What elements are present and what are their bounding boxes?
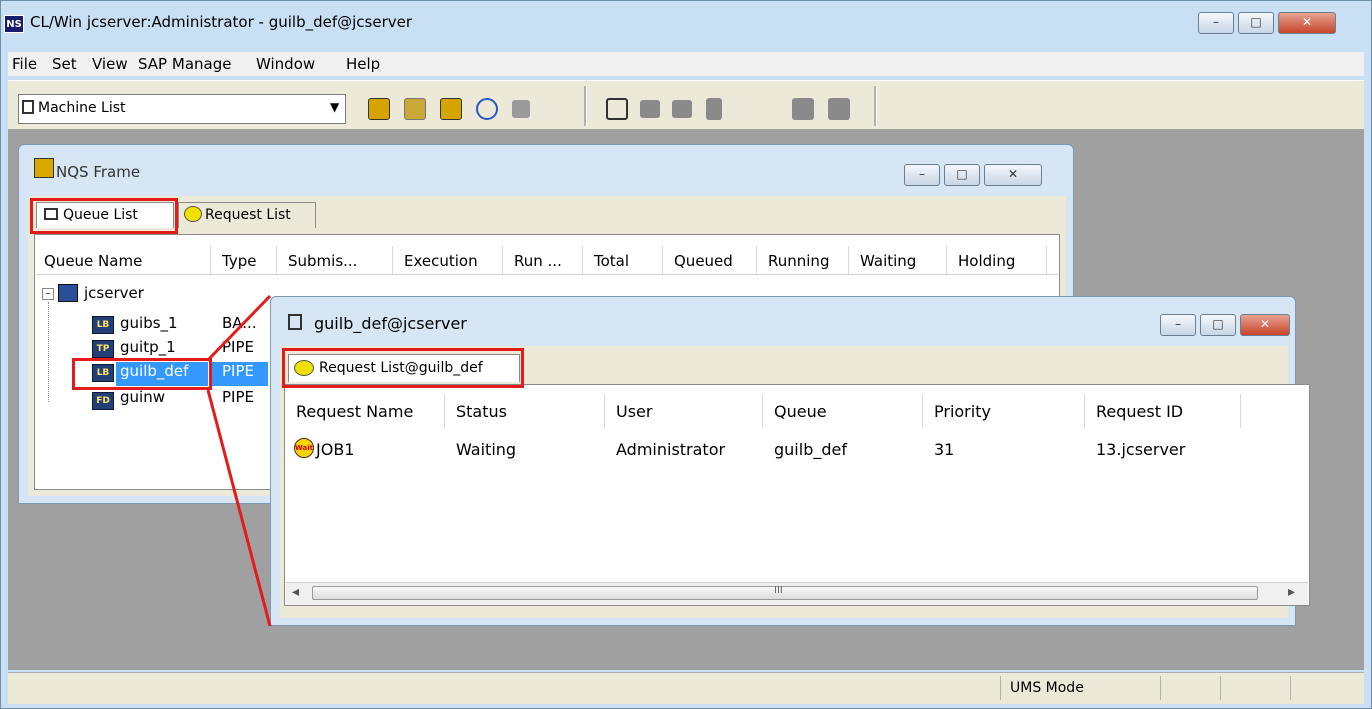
callout-lines	[206, 294, 272, 627]
callout-line	[206, 389, 272, 627]
callout-line	[206, 294, 272, 362]
